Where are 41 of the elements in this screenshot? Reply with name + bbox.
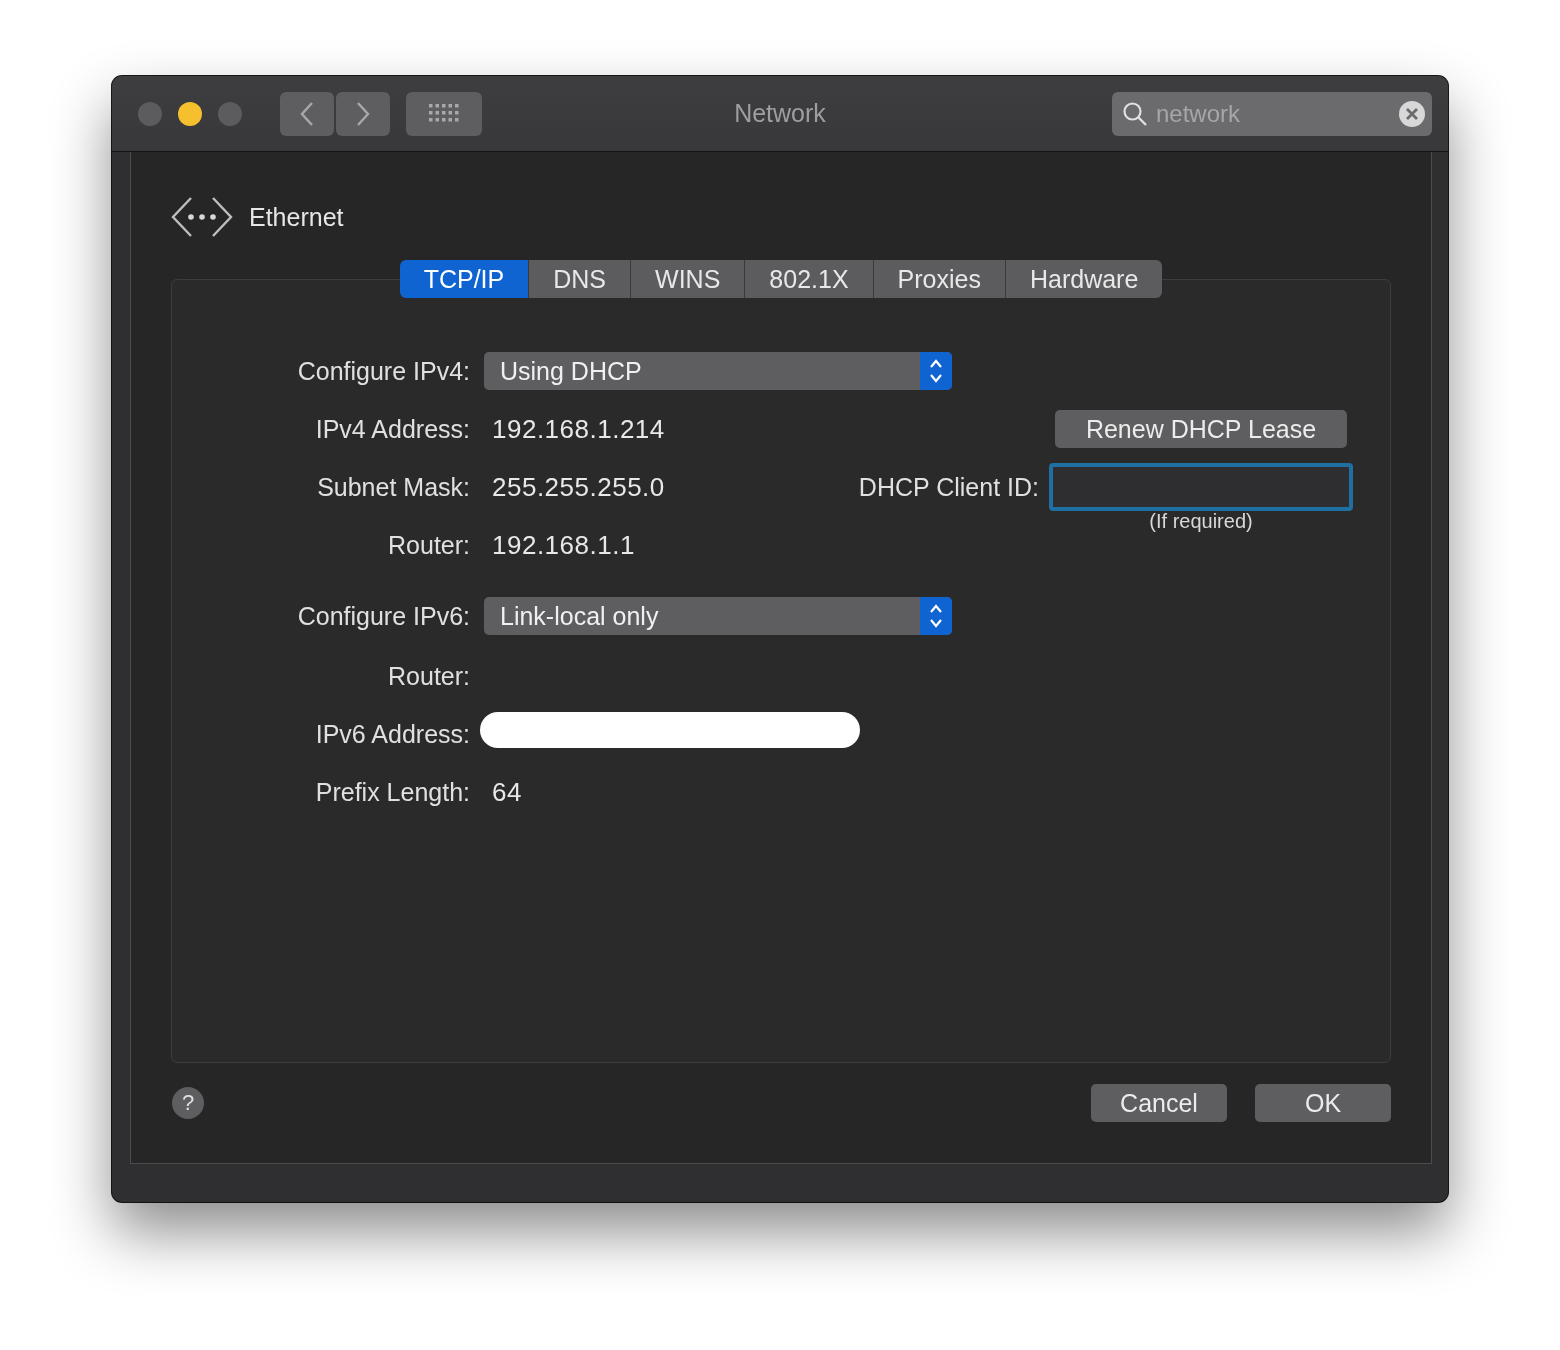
- tab[interactable]: DNS: [528, 260, 631, 298]
- field-label: IPv6 Address:: [314, 719, 470, 749]
- field-label: Configure IPv4:: [296, 356, 470, 386]
- dialog-button[interactable]: Cancel: [1091, 1084, 1227, 1122]
- forward-button[interactable]: [336, 91, 390, 136]
- field-label: Configure IPv6:: [296, 601, 470, 631]
- popup-menu[interactable]: Link-local only: [484, 597, 952, 635]
- field-label: Router:: [387, 661, 470, 691]
- tab[interactable]: 802.1X: [744, 260, 873, 298]
- renew-dhcp-button[interactable]: Renew DHCP Lease: [1055, 410, 1347, 448]
- field-value: 192.168.1.214: [491, 413, 666, 445]
- up-down-arrows-icon: [928, 357, 944, 385]
- popup-menu[interactable]: Using DHCP: [484, 352, 952, 390]
- field-label: IPv4 Address:: [314, 414, 470, 444]
- tab[interactable]: TCP/IP: [399, 260, 529, 298]
- tab[interactable]: Proxies: [872, 260, 1005, 298]
- field-value: 192.168.1.1: [491, 529, 636, 561]
- field-label: Subnet Mask:: [316, 472, 470, 502]
- search-icon: [1122, 100, 1148, 127]
- ethernet-icon: [171, 196, 233, 238]
- help-button[interactable]: ?: [172, 1087, 204, 1119]
- field-value: 64: [491, 776, 523, 808]
- dialog-button[interactable]: OK: [1255, 1084, 1391, 1122]
- minimize-icon[interactable]: [178, 101, 202, 126]
- grid-icon: [429, 103, 459, 124]
- back-button[interactable]: [280, 91, 334, 136]
- field-hint: (If required): [1148, 510, 1254, 533]
- tab[interactable]: WINS: [630, 260, 745, 298]
- show-all-button[interactable]: [406, 91, 482, 136]
- field-label: Router:: [387, 530, 470, 560]
- chevron-left-icon: [298, 100, 316, 127]
- tab[interactable]: Hardware: [1004, 260, 1163, 298]
- client-id-field[interactable]: [1049, 463, 1353, 511]
- field-label: Prefix Length:: [314, 777, 470, 807]
- clear-icon[interactable]: [1398, 99, 1426, 128]
- field-label: DHCP Client ID:: [858, 472, 1040, 502]
- up-down-arrows-icon: [928, 602, 944, 630]
- field-value: 255.255.255.0: [491, 471, 666, 503]
- window-title: Network: [734, 99, 826, 128]
- interface-name: Ethernet: [249, 202, 344, 232]
- chevron-right-icon: [354, 100, 372, 127]
